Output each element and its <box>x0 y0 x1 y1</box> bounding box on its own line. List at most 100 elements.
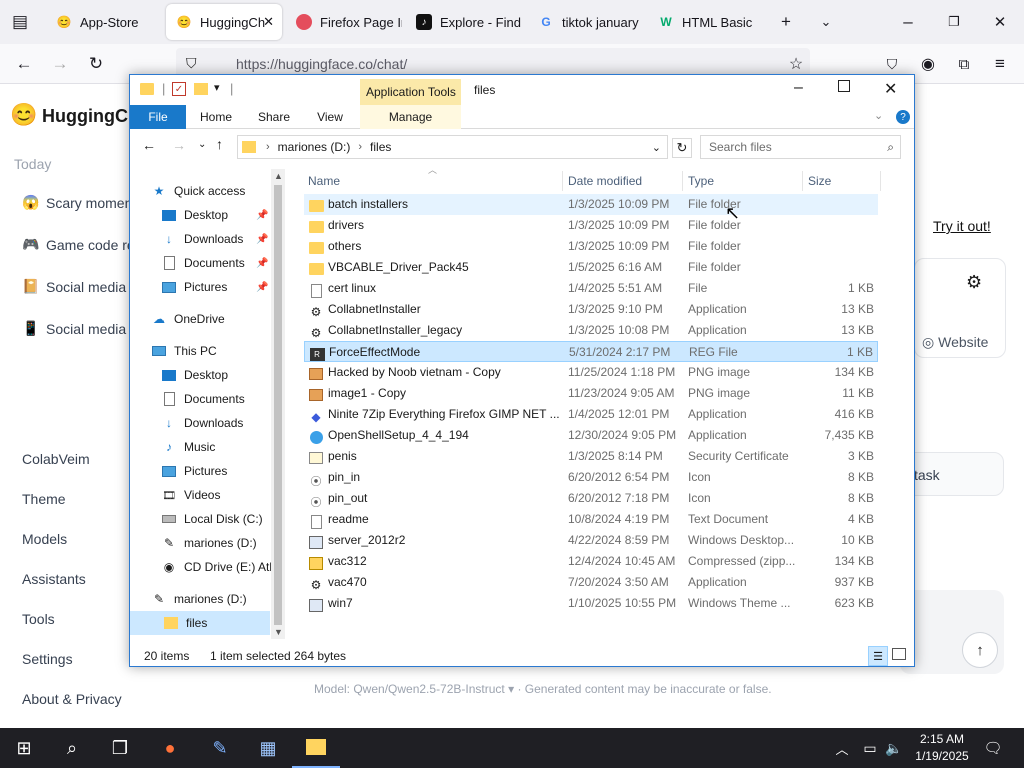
file-row[interactable]: drivers 1/3/2025 10:09 PM File folder <box>304 215 878 236</box>
tab-app-store[interactable]: 😊 App-Store <box>46 4 164 40</box>
file-row[interactable]: server_2012r2 4/22/2024 8:59 PM Windows De… <box>304 530 878 551</box>
tab-home[interactable]: Home <box>192 105 240 129</box>
close-tab-icon[interactable]: ✕ <box>263 14 274 30</box>
back-icon[interactable]: ← <box>12 52 36 76</box>
file-row[interactable]: others 1/3/2025 10:09 PM File folder <box>304 236 878 257</box>
sidebar-theme[interactable]: Theme <box>22 491 66 507</box>
chat-item[interactable]: 📱 Social media ap <box>22 320 146 337</box>
tab-explore[interactable]: ♪ Explore - Find <box>408 4 524 40</box>
clock-time[interactable]: 2:15 AM <box>912 732 972 746</box>
sidebar-models[interactable]: Models <box>22 531 67 547</box>
close-window-icon[interactable]: ✕ <box>988 10 1012 34</box>
nav-pc-pictures[interactable]: Pictures <box>160 459 227 483</box>
new-tab-icon[interactable]: + <box>774 10 798 34</box>
breadcrumb-folder[interactable]: files <box>370 140 391 154</box>
gear-icon[interactable]: ⚙ <box>966 272 982 293</box>
close-icon[interactable]: ✕ <box>884 79 897 99</box>
chevron-up-icon[interactable]: ︿ <box>832 728 852 768</box>
chevron-down-icon[interactable]: ⌄ <box>874 109 883 122</box>
new-folder-icon[interactable] <box>194 83 208 95</box>
recent-locations-icon[interactable]: ⌄ <box>198 139 206 150</box>
file-row[interactable]: ⦿ pin_out 6/20/2012 7:18 PM Icon 8 KB <box>304 488 878 509</box>
nav-onedrive[interactable]: ☁ OneDrive <box>150 307 225 331</box>
scroll-thumb[interactable] <box>274 185 282 625</box>
file-row[interactable]: Hacked by Noob vietnam - Copy 11/25/2024 … <box>304 362 878 383</box>
sidebar-assistants[interactable]: Assistants <box>22 571 86 587</box>
back-icon[interactable]: ← <box>142 137 156 153</box>
nav-mariones-drive[interactable]: ✎ mariones (D:) <box>160 531 257 555</box>
column-header-size[interactable]: Size <box>808 171 831 191</box>
reload-icon[interactable]: ↻ <box>84 52 108 76</box>
address-bar[interactable]: › mariones (D:) › files ⌄ <box>237 135 668 159</box>
quick-access-dropdown-icon[interactable]: ▾ <box>214 81 220 94</box>
file-row[interactable]: ◆ Ninite 7Zip Everything Firefox GIMP NET… <box>304 404 878 425</box>
up-icon[interactable]: ↑ <box>216 136 223 152</box>
nav-pc-desktop[interactable]: Desktop <box>160 363 228 387</box>
nav-local-disk[interactable]: Local Disk (C:) <box>160 507 263 531</box>
nav-desktop[interactable]: Desktop 📌 <box>160 203 268 227</box>
navigation-scrollbar[interactable]: ▲ ▼ <box>271 169 285 639</box>
properties-icon[interactable]: ✓ <box>172 82 186 96</box>
tab-firefox-page[interactable]: Firefox Page In <box>288 4 402 40</box>
tab-tiktok-january[interactable]: G tiktok january <box>530 4 646 40</box>
file-row[interactable]: ⚙ CollabnetInstaller_legacy 1/3/2025 10:08… <box>304 320 878 341</box>
scroll-to-top-icon[interactable]: ↑ <box>962 632 998 668</box>
tab-file[interactable]: File <box>130 105 186 129</box>
nav-pc-downloads[interactable]: ↓ Downloads <box>160 411 243 435</box>
forward-icon[interactable]: → <box>48 52 72 76</box>
chat-item[interactable]: 🎮 Game code re <box>22 236 135 253</box>
file-row[interactable]: win7 1/10/2025 10:55 PM Windows Theme ... 6… <box>304 593 878 614</box>
forward-icon[interactable]: → <box>172 137 186 153</box>
account-icon[interactable]: ◉ <box>916 52 940 76</box>
tab-huggingchat[interactable]: 😊 HuggingCh ✕ <box>166 4 282 40</box>
tab-list-icon[interactable]: ▤ <box>8 10 32 34</box>
nav-pc-music[interactable]: ♪ Music <box>160 435 215 459</box>
nav-drive-root[interactable]: ✎ mariones (D:) <box>150 587 247 611</box>
file-row[interactable]: image1 - Copy 11/23/2024 9:05 AM PNG image… <box>304 383 878 404</box>
search-icon[interactable]: ⌕ <box>48 728 96 768</box>
nav-pc-documents[interactable]: Documents <box>160 387 245 411</box>
chat-item[interactable]: 😱 Scary momen <box>22 194 132 211</box>
maximize-icon[interactable] <box>838 80 850 92</box>
file-row[interactable]: cert linux 1/4/2025 5:51 AM File 1 KB <box>304 278 878 299</box>
windows-start-icon[interactable]: ⊞ <box>0 728 48 768</box>
nav-quick-access[interactable]: ★ Quick access <box>150 179 246 203</box>
minimize-icon[interactable]: – <box>794 79 803 97</box>
details-view-icon[interactable]: ☰ <box>868 646 888 666</box>
file-row[interactable]: ⚙ vac470 7/20/2024 3:50 AM Application 937 K… <box>304 572 878 593</box>
firefox-icon[interactable]: ● <box>146 728 194 768</box>
pen-app-icon[interactable]: ✎ <box>196 728 244 768</box>
sidebar-user[interactable]: ColabVeim <box>22 451 90 467</box>
maximize-icon[interactable]: ❐ <box>942 10 966 34</box>
volume-icon[interactable]: 🔈 <box>882 728 906 768</box>
nav-cd-drive[interactable]: ◉ CD Drive (E:) Atla <box>160 555 279 579</box>
column-header-date[interactable]: Date modified <box>568 171 642 191</box>
tab-view[interactable]: View <box>306 105 354 129</box>
file-row[interactable]: VBCABLE_Driver_Pack45 1/5/2025 6:16 AM Fil… <box>304 257 878 278</box>
breadcrumb-drive[interactable]: mariones (D:) <box>278 140 351 154</box>
column-header-name[interactable]: Name <box>308 171 340 191</box>
control-panel-icon[interactable]: ▦ <box>244 728 292 768</box>
nav-files-folder[interactable]: files <box>130 611 270 635</box>
minimize-icon[interactable]: – <box>896 10 920 34</box>
search-input[interactable]: Search files ⌕ <box>700 135 901 159</box>
network-icon[interactable]: ▭ <box>858 728 882 768</box>
file-row[interactable]: ⚙ CollabnetInstaller 1/3/2025 9:10 PM Appli… <box>304 299 878 320</box>
file-row[interactable]: OpenShellSetup_4_4_194 12/30/2024 9:05 PM… <box>304 425 878 446</box>
nav-documents[interactable]: Documents 📌 <box>160 251 268 275</box>
file-row[interactable]: R ForceEffectMode 5/31/2024 2:17 PM REG Fil… <box>304 341 878 362</box>
nav-downloads[interactable]: ↓ Downloads 📌 <box>160 227 268 251</box>
file-row[interactable]: ⦿ pin_in 6/20/2012 6:54 PM Icon 8 KB <box>304 467 878 488</box>
pocket-icon[interactable]: ⛉ <box>880 52 904 76</box>
tab-share[interactable]: Share <box>250 105 298 129</box>
file-row[interactable]: penis 1/3/2025 8:14 PM Security Certificat… <box>304 446 878 467</box>
file-row[interactable]: batch installers 1/3/2025 10:09 PM File fo… <box>304 194 878 215</box>
scroll-down-icon[interactable]: ▼ <box>274 627 283 637</box>
chat-item[interactable]: 📔 Social media b <box>22 278 138 295</box>
bookmark-star-icon[interactable]: ☆ <box>784 52 808 76</box>
file-explorer-icon[interactable] <box>292 728 340 768</box>
nav-pc-videos[interactable]: 🎞 Videos <box>160 483 220 507</box>
file-row[interactable]: readme 10/8/2024 4:19 PM Text Document 4 KB <box>304 509 878 530</box>
website-link[interactable]: ◎ Website <box>922 334 988 351</box>
chevron-down-icon[interactable]: ⌄ <box>814 10 838 34</box>
